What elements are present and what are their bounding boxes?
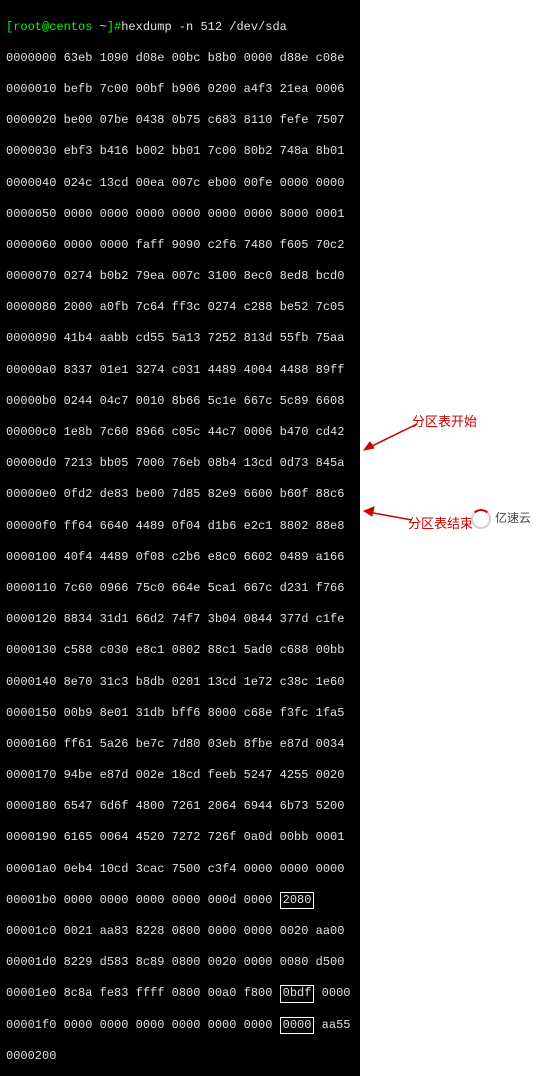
hex-row: 0000170 94be e87d 002e 18cd feeb 5247 42… <box>6 768 354 784</box>
hex-row: 0000140 8e70 31c3 b8db 0201 13cd 1e72 c3… <box>6 675 354 691</box>
hex-row: 00000b0 0244 04c7 0010 8b66 5c1e 667c 5c… <box>6 394 354 410</box>
hex-row: 0000120 8834 31d1 66d2 74f7 3b04 0844 37… <box>6 612 354 628</box>
hex-row: 00001e0 8c8a fe83 ffff 0800 00a0 f800 0b… <box>6 986 354 1002</box>
hex-row: 0000050 0000 0000 0000 0000 0000 0000 80… <box>6 207 354 223</box>
hex-row: 0000040 024c 13cd 00ea 007c eb00 00fe 00… <box>6 176 354 192</box>
hex-row: 00001d0 8229 d583 8c89 0800 0020 0000 00… <box>6 955 354 971</box>
hex-row: 0000010 befb 7c00 00bf b906 0200 a4f3 21… <box>6 82 354 98</box>
watermark: 亿速云 <box>471 506 547 532</box>
hex-row: 0000100 40f4 4489 0f08 c2b6 e8c0 6602 04… <box>6 550 354 566</box>
hex-row: 00000f0 ff64 6640 4489 0f04 d1b6 e2c1 88… <box>6 519 354 535</box>
hex-row: 0000030 ebf3 b416 b002 bb01 7c00 80b2 74… <box>6 144 354 160</box>
hex-row: 00000c0 1e8b 7c60 8966 c05c 44c7 0006 b4… <box>6 425 354 441</box>
hex-text: aa55 <box>314 1018 350 1032</box>
hex-row: 00000d0 7213 bb05 7000 76eb 08b4 13cd 0d… <box>6 456 354 472</box>
prompt-close: ]# <box>107 20 121 34</box>
prompt-line: [root@centos ~]#hexdump -n 512 /dev/sda <box>6 20 354 36</box>
watermark-text: 亿速云 <box>495 511 531 527</box>
hex-row: 0000060 0000 0000 faff 9090 c2f6 7480 f6… <box>6 238 354 254</box>
hex-row-partition-end: 00001f0 0000 0000 0000 0000 0000 0000 00… <box>6 1018 354 1034</box>
hex-row: 0000070 0274 b0b2 79ea 007c 3100 8ec0 8e… <box>6 269 354 285</box>
prompt-user-host: [root@centos <box>6 20 100 34</box>
terminal-output: [root@centos ~]#hexdump -n 512 /dev/sda … <box>0 0 360 1076</box>
hex-row: 0000090 41b4 aabb cd55 5a13 7252 813d 55… <box>6 331 354 347</box>
hex-row: 0000200 <box>6 1049 354 1065</box>
hex-row: 0000020 be00 07be 0438 0b75 c683 8110 fe… <box>6 113 354 129</box>
hex-row: 0000190 6165 0064 4520 7272 726f 0a0d 00… <box>6 830 354 846</box>
hex-text: 00001b0 0000 0000 0000 0000 000d 0000 <box>6 893 280 907</box>
hex-text: 00001f0 0000 0000 0000 0000 0000 0000 <box>6 1018 280 1032</box>
hex-row: 0000000 63eb 1090 d08e 00bc b8b0 0000 d8… <box>6 51 354 67</box>
partition-start-marker: 2080 <box>280 892 315 910</box>
hex-text: 0000 <box>314 986 350 1000</box>
hex-row: 0000110 7c60 0966 75c0 664e 5ca1 667c d2… <box>6 581 354 597</box>
hex-row: 00000e0 0fd2 de83 be00 7d85 82e9 6600 b6… <box>6 487 354 503</box>
watermark-swirl-icon <box>471 509 491 529</box>
hex-text: 00001e0 8c8a fe83 ffff 0800 00a0 f800 <box>6 986 280 1000</box>
annotation-panel: 分区表开始 分区表结束 亿速云 <box>362 0 553 538</box>
hex-row: 0000130 c588 c030 e8c1 0802 88c1 5ad0 c6… <box>6 643 354 659</box>
command-text: hexdump -n 512 /dev/sda <box>121 20 287 34</box>
hex-boxed: 0bdf <box>280 985 315 1003</box>
hex-row: 0000180 6547 6d6f 4800 7261 2064 6944 6b… <box>6 799 354 815</box>
hex-row-partition-start: 00001b0 0000 0000 0000 0000 000d 0000 20… <box>6 893 354 909</box>
hex-row: 00001a0 0eb4 10cd 3cac 7500 c3f4 0000 00… <box>6 862 354 878</box>
hex-row: 00000a0 8337 01e1 3274 c031 4489 4004 44… <box>6 363 354 379</box>
hex-row: 0000080 2000 a0fb 7c64 ff3c 0274 c288 be… <box>6 300 354 316</box>
annotation-partition-end: 分区表结束 <box>408 516 473 533</box>
prompt-tilde: ~ <box>100 20 107 34</box>
hex-row: 0000150 00b9 8e01 31db bff6 8000 c68e f3… <box>6 706 354 722</box>
hex-row: 0000160 ff61 5a26 be7c 7d80 03eb 8fbe e8… <box>6 737 354 753</box>
hex-row: 00001c0 0021 aa83 8228 0800 0000 0000 00… <box>6 924 354 940</box>
partition-end-marker: 0000 <box>280 1017 315 1035</box>
annotation-partition-start: 分区表开始 <box>412 414 477 431</box>
